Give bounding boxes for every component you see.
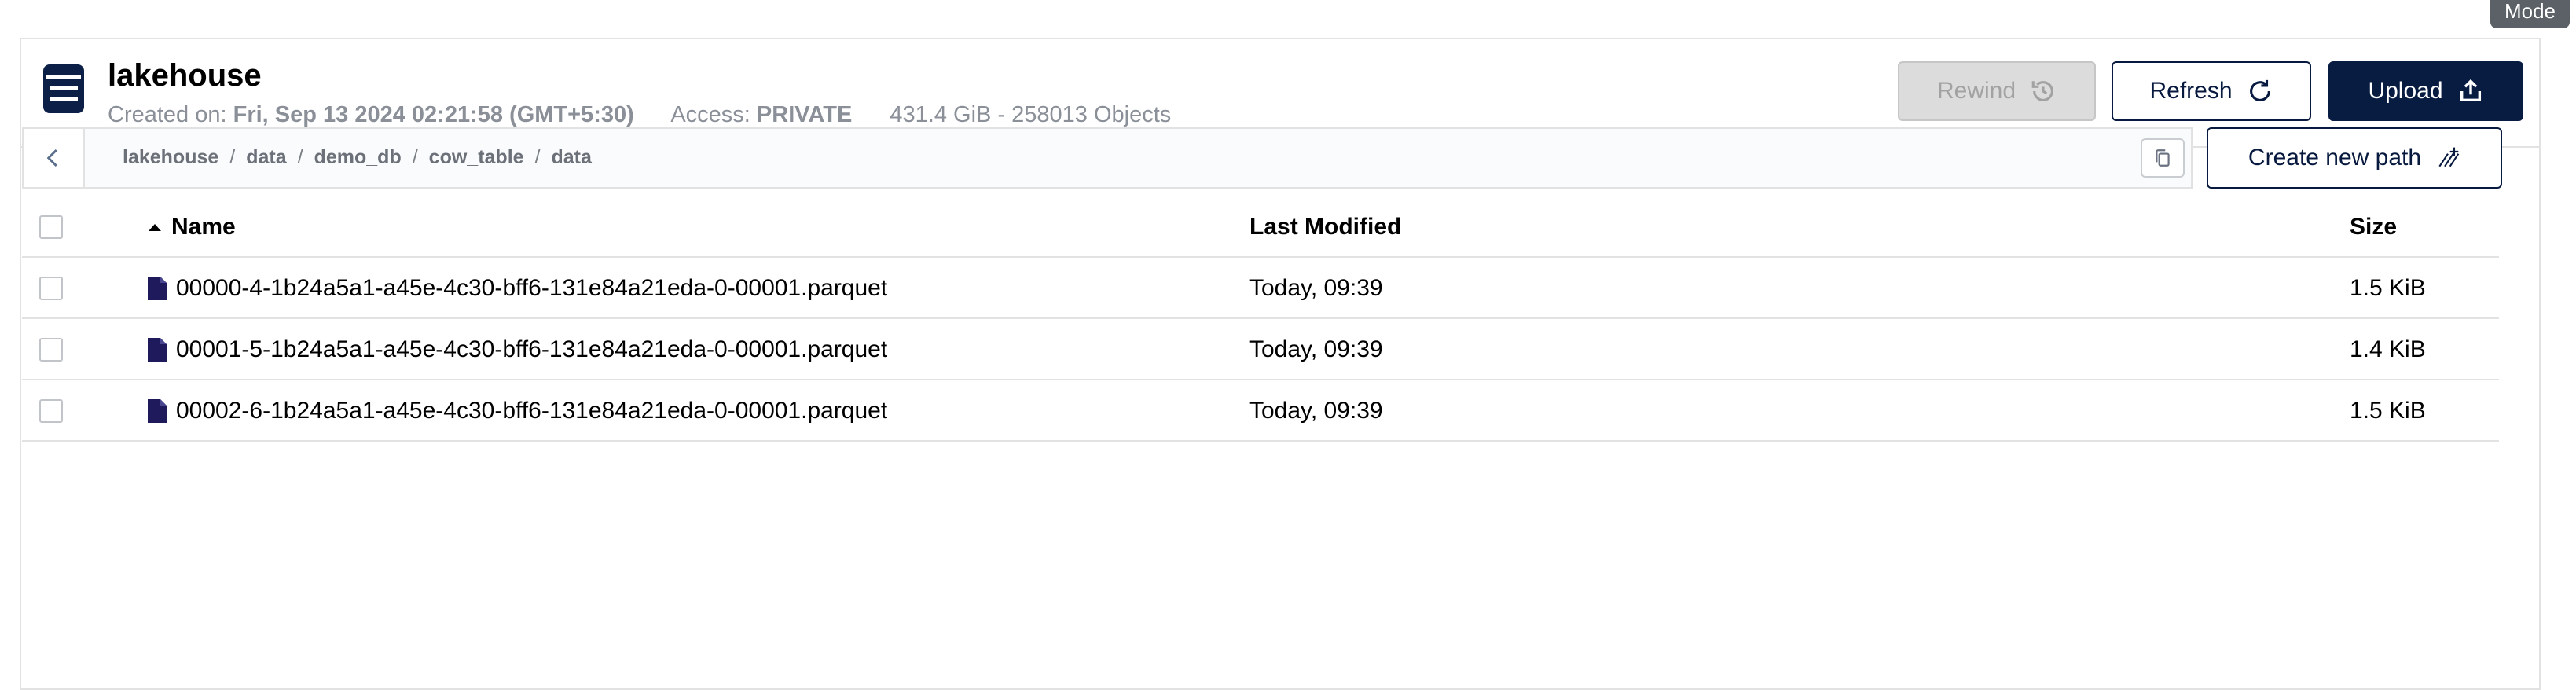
copy-icon	[2156, 149, 2170, 167]
rewind-label: Rewind	[1936, 78, 2016, 104]
breadcrumb-item-demo-db[interactable]: demo_db	[314, 146, 402, 168]
breadcrumb-item-data-current[interactable]: data	[552, 146, 592, 168]
breadcrumb-separator: /	[412, 146, 418, 168]
path-bar: lakehouse / data / demo_db / cow_table / data	[22, 127, 2193, 189]
upload-button[interactable]: Upload	[2328, 61, 2523, 121]
last-modified-cell: Today, 09:39	[1249, 398, 1383, 424]
rewind-button[interactable]: Rewind	[1898, 61, 2096, 121]
size-cell: 1.4 KiB	[2350, 336, 2426, 362]
size-cell: 1.5 KiB	[2350, 275, 2426, 301]
chevron-left-icon	[46, 149, 57, 167]
refresh-button[interactable]: Refresh	[2112, 61, 2311, 121]
upload-icon	[2460, 79, 2481, 102]
breadcrumb-separator: /	[297, 146, 303, 168]
file-name: 00002-6-1b24a5a1-a45e-4c30-bff6-131e84a2…	[176, 398, 888, 424]
tooltip-text: Mode	[2504, 0, 2556, 23]
access-value: PRIVATE	[756, 102, 853, 127]
refresh-icon	[2249, 79, 2270, 101]
breadcrumb-separator: /	[534, 146, 541, 168]
last-modified-cell: Today, 09:39	[1249, 336, 1383, 362]
file-name-cell: 00002-6-1b24a5a1-a45e-4c30-bff6-131e84a2…	[146, 398, 887, 424]
file-name-cell: 00000-4-1b24a5a1-a45e-4c30-bff6-131e84a2…	[146, 275, 887, 302]
created-value: Fri, Sep 13 2024 02:21:58 (GMT+5:30)	[233, 102, 634, 127]
table-header-row: Name Last Modified Size	[22, 196, 2499, 258]
table-row[interactable]: 00002-6-1b24a5a1-a45e-4c30-bff6-131e84a2…	[22, 380, 2499, 442]
last-modified-cell: Today, 09:39	[1249, 275, 1383, 301]
row-checkbox[interactable]	[39, 399, 63, 423]
name-column-header[interactable]: Name	[146, 214, 236, 240]
new-path-icon	[2438, 147, 2460, 167]
breadcrumb-item-data[interactable]: data	[246, 146, 286, 168]
refresh-label: Refresh	[2149, 78, 2233, 104]
table-row[interactable]: 00001-5-1b24a5a1-a45e-4c30-bff6-131e84a2…	[22, 319, 2499, 380]
create-new-path-button[interactable]: Create new path	[2207, 127, 2502, 189]
file-icon	[148, 399, 167, 423]
access-label: Access:	[670, 102, 750, 127]
select-all-checkbox[interactable]	[39, 215, 63, 239]
name-header-label: Name	[171, 214, 236, 240]
bucket-title: lakehouse	[108, 58, 262, 93]
create-new-path-label: Create new path	[2248, 145, 2422, 171]
mode-tooltip: Mode	[2490, 0, 2570, 28]
modified-column-header[interactable]: Last Modified	[1249, 214, 1401, 240]
row-checkbox[interactable]	[39, 338, 63, 362]
breadcrumb-item-cow-table[interactable]: cow_table	[429, 146, 524, 168]
history-icon	[2031, 81, 2053, 101]
size-cell: 1.5 KiB	[2350, 398, 2426, 424]
usage-info: 431.4 GiB - 258013 Objects	[890, 102, 1172, 127]
size-column-header[interactable]: Size	[2350, 214, 2397, 240]
file-icon	[148, 338, 167, 362]
row-checkbox[interactable]	[39, 277, 63, 300]
created-label: Created on:	[108, 102, 227, 127]
sort-asc-icon	[149, 224, 161, 231]
back-button[interactable]	[24, 129, 85, 187]
file-name: 00000-4-1b24a5a1-a45e-4c30-bff6-131e84a2…	[176, 275, 888, 301]
file-name: 00001-5-1b24a5a1-a45e-4c30-bff6-131e84a2…	[176, 336, 888, 362]
upload-label: Upload	[2368, 78, 2443, 104]
table-row[interactable]: 00000-4-1b24a5a1-a45e-4c30-bff6-131e84a2…	[22, 258, 2499, 319]
breadcrumb-separator: /	[229, 146, 236, 168]
breadcrumb-item-lakehouse[interactable]: lakehouse	[123, 146, 218, 168]
file-icon	[148, 277, 167, 300]
object-table: Name Last Modified Size 00000-4-1b24a5a1…	[22, 196, 2499, 442]
file-name-cell: 00001-5-1b24a5a1-a45e-4c30-bff6-131e84a2…	[146, 336, 887, 363]
bucket-icon	[43, 64, 84, 113]
bucket-meta: Created on: Fri, Sep 13 2024 02:21:58 (G…	[108, 102, 1171, 128]
breadcrumb: lakehouse / data / demo_db / cow_table / data	[123, 146, 592, 169]
copy-path-button[interactable]	[2141, 138, 2185, 178]
